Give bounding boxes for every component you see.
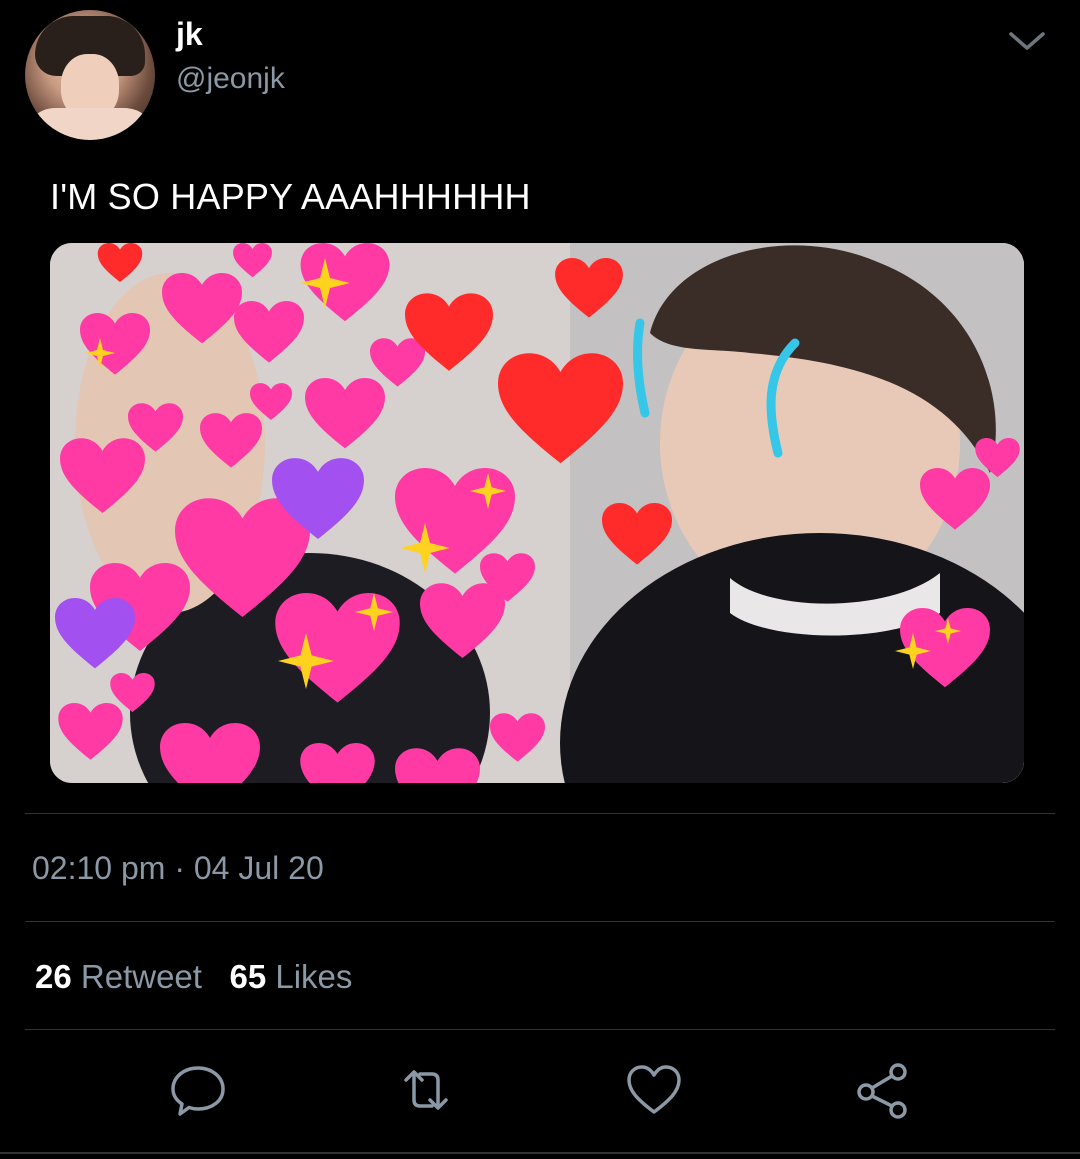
like-label: Likes	[275, 958, 353, 995]
divider	[25, 921, 1055, 922]
tweet-time: 02:10 pm	[32, 850, 166, 886]
tweet-date: 04 Jul 20	[193, 850, 324, 886]
retweet-count: 26	[35, 958, 72, 995]
media-illustration	[50, 243, 1024, 783]
reply-icon[interactable]	[168, 1060, 228, 1120]
heart-icon[interactable]	[624, 1060, 684, 1120]
chevron-down-icon[interactable]	[1005, 24, 1049, 58]
tweet-media-image[interactable]	[50, 243, 1024, 783]
retweet-stat[interactable]: 26 Retweet	[35, 958, 202, 995]
like-stat[interactable]: 65 Likes	[229, 958, 352, 995]
avatar-arm	[25, 108, 155, 140]
tweet-text: I'M SO HAPPY AAAHHHHHH	[50, 176, 531, 217]
display-name[interactable]: jk	[176, 16, 203, 53]
divider	[25, 813, 1055, 814]
tweet-stats: 26 Retweet 65 Likes	[35, 958, 352, 996]
bottom-border	[0, 1152, 1080, 1154]
divider	[25, 1029, 1055, 1030]
retweet-label: Retweet	[80, 958, 202, 995]
share-icon[interactable]	[852, 1060, 912, 1120]
avatar[interactable]	[25, 10, 155, 140]
retweet-icon[interactable]	[396, 1060, 456, 1120]
user-handle[interactable]: @jeonjk	[176, 62, 285, 96]
tweet-timestamp[interactable]: 02:10 pm · 04 Jul 20	[32, 850, 324, 887]
like-count: 65	[229, 958, 267, 995]
timestamp-separator: ·	[165, 850, 194, 886]
